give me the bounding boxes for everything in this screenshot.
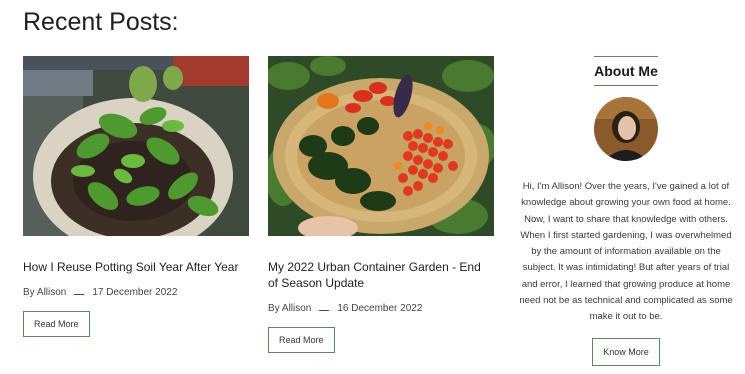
- post-card: How I Reuse Potting Soil Year After Year…: [23, 56, 249, 337]
- post-date: 16 December 2022: [337, 303, 423, 314]
- harvest-basket-image: [268, 56, 494, 236]
- post-image[interactable]: [268, 56, 494, 236]
- meta-separator: [319, 303, 330, 311]
- post-card: My 2022 Urban Container Garden - End of …: [268, 56, 494, 353]
- avatar: [594, 97, 658, 161]
- read-more-button[interactable]: Read More: [268, 327, 335, 353]
- meta-separator: [74, 287, 85, 295]
- post-title[interactable]: How I Reuse Potting Soil Year After Year: [23, 259, 249, 275]
- post-meta: By Allison 17 December 2022: [23, 287, 249, 298]
- about-me-sidebar: About Me Hi, I'm Allison! Over the years…: [514, 56, 738, 366]
- about-me-title: About Me: [594, 56, 658, 86]
- post-title[interactable]: My 2022 Urban Container Garden - End of …: [268, 259, 494, 291]
- know-more-button[interactable]: Know More: [592, 337, 660, 366]
- author-portrait: [594, 97, 658, 161]
- read-more-button[interactable]: Read More: [23, 311, 90, 337]
- post-date: 17 December 2022: [92, 287, 178, 298]
- potted-plant-image: [23, 56, 249, 236]
- post-author: By Allison: [268, 303, 312, 314]
- post-image[interactable]: [23, 56, 249, 236]
- post-author: By Allison: [23, 287, 67, 298]
- about-me-text: Hi, I'm Allison! Over the years, I've ga…: [519, 181, 733, 323]
- post-meta: By Allison 16 December 2022: [268, 303, 494, 314]
- section-title: Recent Posts:: [23, 8, 179, 36]
